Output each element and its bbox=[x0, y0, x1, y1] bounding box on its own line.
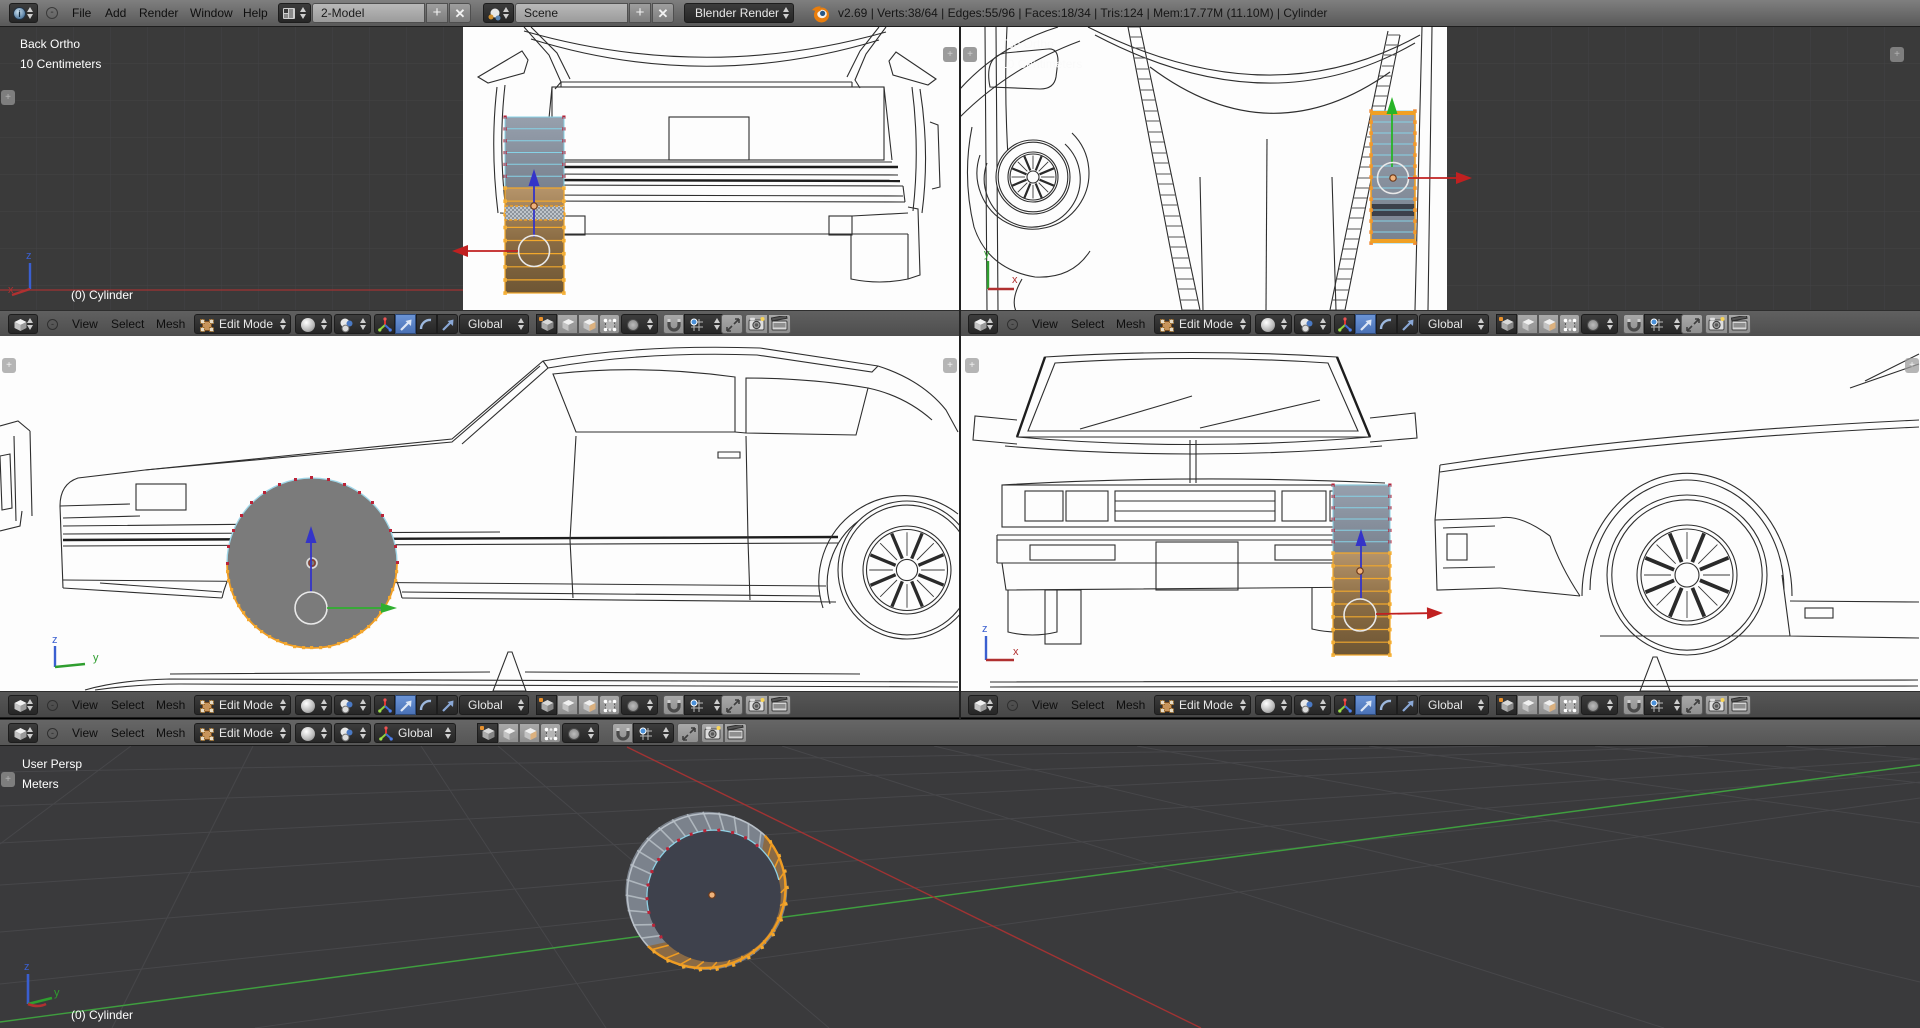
svg-text:x: x bbox=[8, 284, 14, 296]
svg-text:z: z bbox=[26, 250, 32, 262]
svg-text:y: y bbox=[54, 987, 60, 999]
svg-text:z: z bbox=[52, 634, 58, 646]
svg-text:x: x bbox=[1012, 274, 1018, 286]
svg-text:x: x bbox=[1013, 646, 1019, 658]
svg-text:y: y bbox=[93, 652, 99, 664]
svg-text:z: z bbox=[982, 623, 988, 635]
svg-text:z: z bbox=[24, 961, 30, 973]
svg-text:y: y bbox=[984, 248, 990, 260]
